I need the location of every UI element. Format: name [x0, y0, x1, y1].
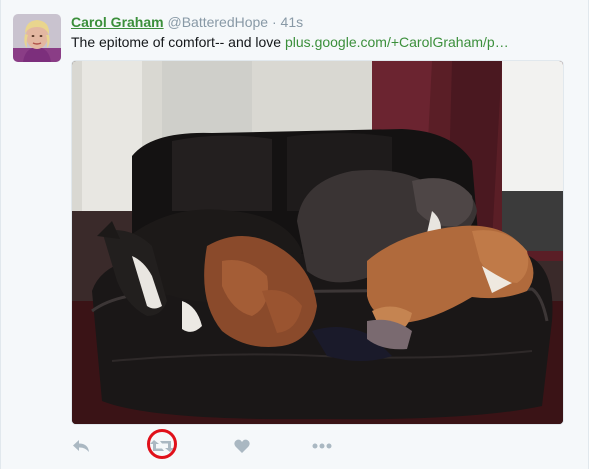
more-dots-icon	[312, 443, 332, 449]
author-handle[interactable]: @BatteredHope	[167, 14, 268, 30]
timestamp[interactable]: 41s	[281, 14, 304, 30]
more-options-button[interactable]	[311, 432, 333, 460]
avatar[interactable]	[13, 14, 61, 62]
heart-icon	[234, 439, 250, 453]
tweet-photo[interactable]	[71, 60, 564, 425]
tweet-text: The epitome of comfort-- and love plus.g…	[71, 33, 509, 51]
dogs-on-couch-photo	[72, 61, 563, 424]
reply-icon	[73, 440, 89, 452]
tweet-card[interactable]: Carol Graham @BatteredHope · 41s The epi…	[0, 0, 589, 469]
tweet-link[interactable]: plus.google.com/+CarolGraham/p…	[285, 34, 509, 50]
retweet-highlight-circle	[147, 429, 177, 459]
tweet-body: The epitome of comfort-- and love	[71, 34, 285, 50]
separator-dot: ·	[271, 14, 277, 30]
tweet-header: Carol Graham @BatteredHope · 41s	[71, 13, 303, 31]
tweet-actions	[71, 432, 371, 460]
like-button[interactable]	[233, 432, 251, 460]
author-fullname[interactable]: Carol Graham	[71, 14, 164, 30]
reply-button[interactable]	[71, 432, 91, 460]
